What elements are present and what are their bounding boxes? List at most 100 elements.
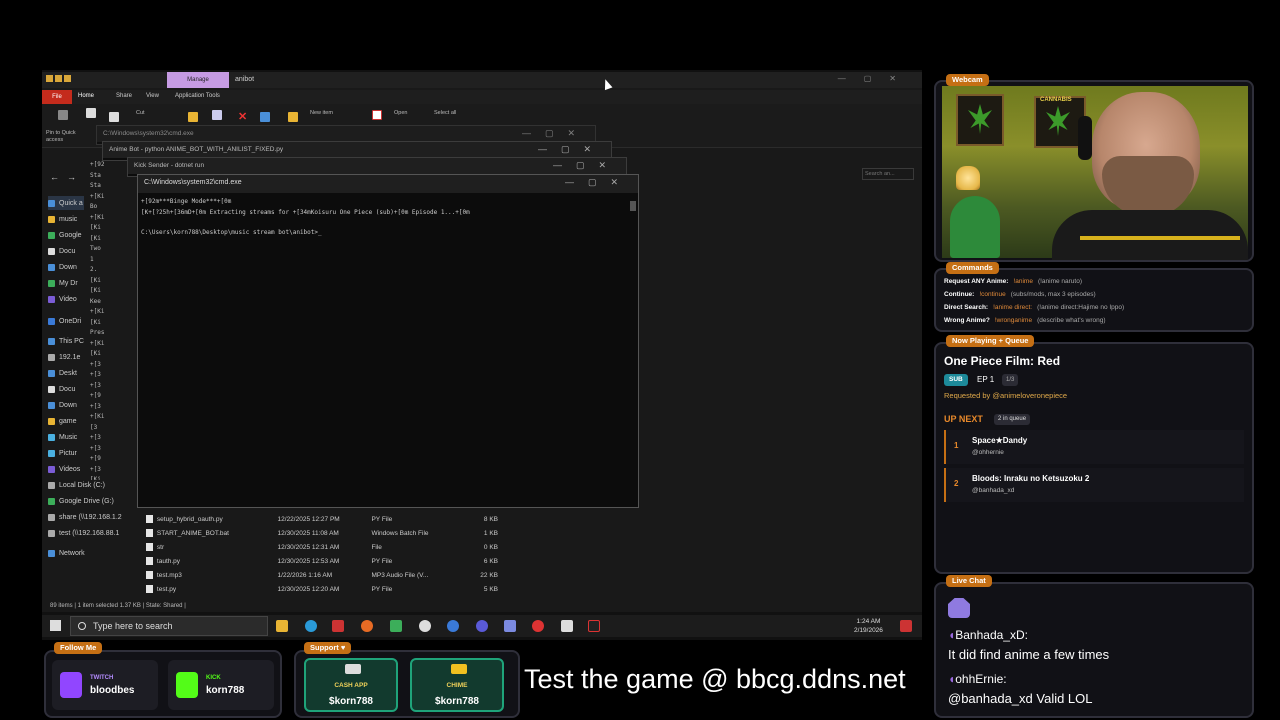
copy-to-icon[interactable] bbox=[212, 110, 222, 120]
cmd-titlebar: C:\Windows\system32\cmd.exe —▢✕ bbox=[138, 175, 638, 193]
nav-item[interactable]: Google bbox=[48, 228, 82, 242]
explorer-status-bar: 89 items | 1 item selected 1.37 KB | Sta… bbox=[42, 600, 922, 612]
ribbon-tabs: File Home Share View Application Tools bbox=[42, 90, 922, 104]
nav-item[interactable]: Local Disk (C:) bbox=[48, 478, 105, 492]
cmd-scrollbar[interactable] bbox=[630, 201, 636, 211]
explorer-search-input[interactable]: Search an... bbox=[862, 168, 914, 180]
webcam-panel: CANNABIS bbox=[934, 80, 1254, 262]
taskbar-search-input[interactable]: Type here to search bbox=[70, 616, 268, 636]
nav-item[interactable]: Quick a bbox=[48, 196, 84, 210]
command-item: Wrong Anime? !wronganime (describe what's … bbox=[944, 317, 1106, 324]
edge-icon[interactable] bbox=[305, 620, 317, 632]
taskbar-clock[interactable]: 1:24 AM 2/19/2026 bbox=[854, 617, 883, 635]
nav-item[interactable]: Video bbox=[48, 292, 77, 306]
file-row[interactable]: START_ANIME_BOT.bat 12/30/2025 11:08 AM Wi… bbox=[138, 526, 498, 540]
now-playing-title: One Piece Film: Red bbox=[944, 354, 1061, 368]
firefox-icon[interactable] bbox=[361, 620, 373, 632]
twitch-card: TWITCH bloodbes bbox=[52, 660, 158, 710]
streamer-beard bbox=[1102, 156, 1194, 216]
tab-view[interactable]: View bbox=[146, 93, 159, 99]
chat-mascot-icon bbox=[948, 598, 970, 618]
nav-item[interactable]: Deskt bbox=[48, 366, 77, 380]
cmd-window-controls[interactable]: —▢✕ bbox=[565, 177, 632, 188]
window-title: Anime Bot - python ANIME_BOT_WITH_ANILIS… bbox=[109, 146, 284, 153]
app-icon[interactable] bbox=[476, 620, 488, 632]
terminal-icon[interactable] bbox=[588, 620, 600, 632]
windows-taskbar: Type here to search 1:24 AM 2/19/2026 bbox=[42, 615, 922, 637]
cmd-window-main[interactable]: C:\Windows\system32\cmd.exe —▢✕ +[92m***… bbox=[137, 174, 639, 508]
nav-item[interactable]: Pictur bbox=[48, 446, 77, 460]
windows-start-icon[interactable] bbox=[50, 620, 61, 631]
file-row[interactable]: setup_hybrid_oauth.py 12/22/2025 12:27 PM… bbox=[138, 512, 498, 526]
chrome-icon[interactable] bbox=[419, 620, 431, 632]
nav-item[interactable]: Down bbox=[48, 260, 77, 274]
nav-item[interactable]: Videos bbox=[48, 462, 80, 476]
nav-item[interactable]: Docu bbox=[48, 382, 75, 396]
nav-item[interactable]: Google Drive (G:) bbox=[48, 494, 114, 508]
nav-item[interactable]: test (\\192.168.88.1 bbox=[48, 526, 119, 540]
app-icon[interactable] bbox=[332, 620, 344, 632]
file-row[interactable]: tauth.py 12/30/2025 12:53 AM PY File 6 KB bbox=[138, 554, 498, 568]
webcam-feed: CANNABIS bbox=[942, 86, 1248, 260]
nav-item[interactable]: Network bbox=[48, 546, 85, 560]
support-label: Support ♥ bbox=[304, 642, 352, 654]
nav-item[interactable]: This PC bbox=[48, 334, 84, 348]
app-icon[interactable] bbox=[561, 620, 573, 632]
pin-icon[interactable] bbox=[58, 110, 68, 120]
nav-item[interactable]: My Dr bbox=[48, 276, 78, 290]
nav-arrows[interactable]: ←→ bbox=[50, 172, 84, 182]
live-chat-label: Live Chat bbox=[946, 575, 992, 587]
webcam-label: Webcam bbox=[946, 74, 989, 86]
delete-icon[interactable]: ✕ bbox=[238, 110, 247, 123]
window-title: Kick Sender - dotnet run bbox=[134, 162, 205, 169]
twitch-icon bbox=[60, 672, 82, 698]
file-explorer-icon[interactable] bbox=[276, 620, 288, 632]
window-title: C:\Windows\system32\cmd.exe bbox=[103, 130, 194, 137]
search-icon bbox=[78, 622, 86, 630]
chat-username: ◖ohhErnie: bbox=[948, 672, 1007, 686]
move-to-icon[interactable] bbox=[188, 112, 198, 122]
cannabis-leaf-icon bbox=[1046, 106, 1070, 136]
commands-label: Commands bbox=[946, 262, 999, 274]
app-icon[interactable] bbox=[504, 620, 516, 632]
quick-access-toolbar[interactable] bbox=[46, 75, 106, 85]
nav-item[interactable]: Docu bbox=[48, 244, 75, 258]
select-all-button[interactable]: Select all bbox=[434, 110, 456, 116]
record-icon[interactable] bbox=[532, 620, 544, 632]
nav-item[interactable]: Down bbox=[48, 398, 77, 412]
app-icon[interactable] bbox=[390, 620, 402, 632]
pin-quick-access-label[interactable]: Pin to Quick access bbox=[46, 130, 86, 144]
cashapp-card: CASH APP $korn788 bbox=[304, 658, 398, 712]
paste-icon[interactable] bbox=[109, 112, 119, 122]
open-button[interactable]: Open bbox=[394, 110, 407, 116]
tab-file[interactable]: File bbox=[42, 90, 72, 104]
app-icon[interactable] bbox=[447, 620, 459, 632]
copy-icon[interactable] bbox=[86, 108, 96, 118]
cmd-prompt[interactable]: C:\Users\korn788\Desktop\music stream bo… bbox=[141, 228, 635, 239]
nav-item[interactable]: game bbox=[48, 414, 77, 428]
follow-label: Follow Me bbox=[54, 642, 103, 654]
file-row[interactable]: test.mp3 1/22/2026 1:16 AM MP3 Audio File … bbox=[138, 568, 498, 582]
command-item: Direct Search: !anime direct: (!anime dire… bbox=[944, 304, 1125, 311]
tab-share[interactable]: Share bbox=[116, 93, 132, 99]
rename-icon[interactable] bbox=[260, 112, 270, 122]
tab-application-tools[interactable]: Application Tools bbox=[175, 93, 220, 99]
notifications-icon[interactable] bbox=[900, 620, 912, 632]
chat-message: @banhada_xd Valid LOL bbox=[948, 691, 1093, 706]
nav-item[interactable]: 192.1e bbox=[48, 350, 80, 364]
nav-item[interactable]: Music bbox=[48, 430, 77, 444]
live-chat-panel: ◖Banhada_xD: It did find anime a few tim… bbox=[934, 582, 1254, 718]
follow-panel: TWITCH bloodbes KICK korn788 bbox=[44, 650, 282, 718]
window-controls[interactable]: —▢✕ bbox=[838, 74, 914, 83]
tab-manage[interactable]: Manage bbox=[167, 72, 229, 88]
new-folder-icon[interactable] bbox=[288, 112, 298, 122]
file-row[interactable]: str 12/30/2025 12:31 AM File 0 KB bbox=[138, 540, 498, 554]
nav-item[interactable]: share (\\192.168.1.2 bbox=[48, 510, 122, 524]
nav-item[interactable]: music bbox=[48, 212, 77, 226]
cut-button[interactable]: Cut bbox=[136, 110, 145, 116]
nav-item[interactable]: OneDri bbox=[48, 314, 81, 328]
tab-home[interactable]: Home bbox=[78, 93, 94, 99]
new-item-button[interactable]: New item bbox=[310, 110, 333, 116]
properties-icon[interactable] bbox=[372, 110, 382, 120]
file-row[interactable]: test.py 12/30/2025 12:20 AM PY File 5 KB bbox=[138, 582, 498, 596]
